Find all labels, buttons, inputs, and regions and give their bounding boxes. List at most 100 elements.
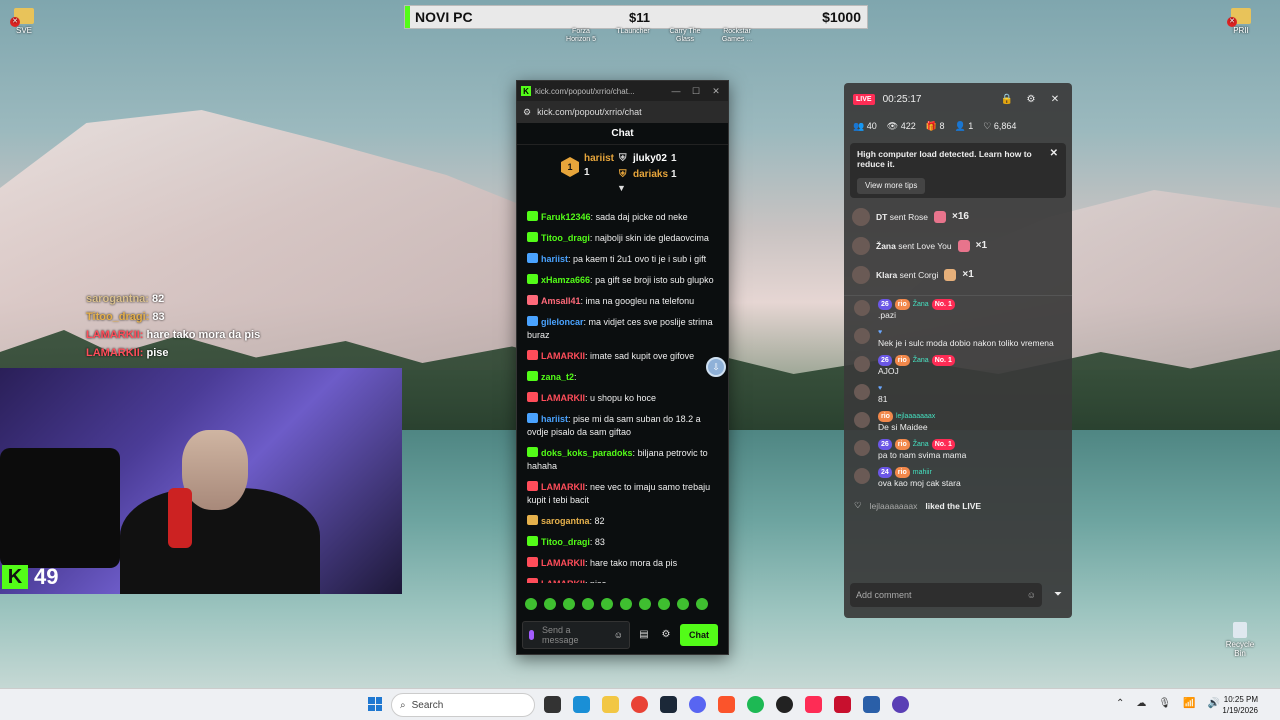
overlay-chat-line: Titoo_dragi: 83 bbox=[86, 311, 165, 323]
minimize-icon[interactable]: — bbox=[668, 86, 684, 96]
avatar[interactable] bbox=[854, 468, 870, 484]
shop-icon[interactable]: ▤ bbox=[636, 627, 652, 643]
cloud-icon[interactable]: ☁ bbox=[1136, 698, 1146, 709]
app-icon[interactable] bbox=[892, 696, 909, 713]
chat-username[interactable]: gileloncar bbox=[541, 317, 584, 327]
emote-icon[interactable] bbox=[677, 598, 689, 610]
comment-username[interactable]: Žana bbox=[913, 299, 929, 310]
chat-username[interactable]: xHamza666 bbox=[541, 275, 590, 285]
start-icon[interactable] bbox=[368, 697, 382, 711]
emote-icon[interactable] bbox=[639, 598, 651, 610]
view-tips-button[interactable]: View more tips bbox=[857, 178, 926, 194]
comment-username[interactable]: Žana bbox=[913, 355, 929, 366]
expand-icon[interactable]: ▼ bbox=[617, 183, 626, 193]
mic-icon[interactable]: 🎙 bbox=[1158, 698, 1171, 709]
shortcut-label[interactable]: Rockstar Games ... bbox=[716, 28, 758, 44]
chat-username[interactable]: hariist bbox=[541, 254, 568, 264]
chevron-up-icon[interactable]: ⌃ bbox=[1116, 698, 1124, 709]
chat-username[interactable]: zana_t2 bbox=[541, 372, 574, 382]
chat-username[interactable]: LAMARKII bbox=[541, 558, 585, 568]
send-chat-button[interactable]: Chat bbox=[680, 623, 718, 646]
url-bar[interactable]: ⚙ kick.com/popout/xrrio/chat bbox=[517, 101, 728, 123]
avatar[interactable] bbox=[854, 356, 870, 372]
file-explorer-icon[interactable] bbox=[602, 696, 619, 713]
maximize-icon[interactable]: ☐ bbox=[688, 86, 704, 97]
comment-username[interactable]: lejlaaaaaaax bbox=[896, 411, 935, 422]
scroll-down-icon[interactable]: ⇩ bbox=[706, 357, 726, 377]
chat-username[interactable]: LAMARKII bbox=[541, 393, 585, 403]
emote-icon[interactable] bbox=[696, 598, 708, 610]
obs-icon[interactable] bbox=[776, 696, 793, 713]
avatar[interactable] bbox=[852, 236, 870, 255]
chat-input[interactable]: Send a message ☺ bbox=[522, 620, 630, 649]
recycle-bin-icon[interactable]: Recycle Bin bbox=[1220, 622, 1260, 658]
chat-username[interactable]: Titoo_dragi bbox=[541, 537, 590, 547]
chat-username[interactable]: sarogantna bbox=[541, 516, 590, 526]
chat-message: Titoo_dragi: 83 bbox=[527, 532, 722, 553]
close-icon[interactable]: ✕ bbox=[1050, 149, 1058, 159]
emote-icon[interactable] bbox=[525, 598, 537, 610]
emote-icon[interactable] bbox=[620, 598, 632, 610]
shortcut-label[interactable]: Carry The Glass bbox=[664, 28, 706, 44]
gear-icon[interactable]: ⚙ bbox=[1023, 94, 1039, 105]
chat-username[interactable]: LAMARKII bbox=[541, 351, 585, 361]
emoji-icon[interactable]: ☺ bbox=[1027, 590, 1036, 600]
avatar[interactable] bbox=[854, 328, 870, 344]
clock[interactable]: 10:25 PM 1/19/2026 bbox=[1222, 694, 1258, 716]
avatar[interactable] bbox=[854, 300, 870, 316]
tiktok-icon[interactable] bbox=[805, 696, 822, 713]
overlay-chat-line: sarogantna: 82 bbox=[86, 293, 165, 305]
badge-icon bbox=[527, 253, 538, 263]
chat-username[interactable]: Amsall41 bbox=[541, 296, 581, 306]
leader-name[interactable]: dariaks bbox=[633, 169, 668, 180]
edge-icon[interactable] bbox=[573, 696, 590, 713]
monitor-icon[interactable] bbox=[863, 696, 880, 713]
filter-icon[interactable]: ⏷ bbox=[1054, 589, 1062, 600]
liked-user[interactable]: lejlaaaaaaax bbox=[870, 501, 918, 511]
chrome-icon[interactable] bbox=[631, 696, 648, 713]
discord-icon[interactable] bbox=[689, 696, 706, 713]
avatar[interactable] bbox=[852, 207, 870, 226]
emote-icon[interactable] bbox=[582, 598, 594, 610]
chat-username[interactable]: LAMARKII bbox=[541, 482, 585, 492]
wifi-icon[interactable]: 📶 bbox=[1183, 698, 1195, 709]
chat-username[interactable]: Titoo_dragi bbox=[541, 233, 590, 243]
site-settings-icon[interactable]: ⚙ bbox=[523, 107, 531, 118]
leader-name[interactable]: jluky02 bbox=[633, 153, 667, 164]
chat-username[interactable]: Faruk12346 bbox=[541, 212, 591, 222]
volume-icon[interactable]: 🔊 bbox=[1208, 698, 1220, 709]
emote-icon[interactable] bbox=[658, 598, 670, 610]
add-comment-input[interactable]: Add comment ☺ bbox=[850, 583, 1042, 607]
spotify-icon[interactable] bbox=[747, 696, 764, 713]
comment-username[interactable]: Žana bbox=[913, 439, 929, 450]
chat-username[interactable]: LAMARKII bbox=[541, 579, 585, 583]
brave-icon[interactable] bbox=[718, 696, 735, 713]
close-icon[interactable]: ✕ bbox=[1047, 94, 1063, 105]
shortcut-label[interactable]: TLauncher bbox=[612, 28, 654, 44]
window-titlebar[interactable]: K kick.com/popout/xrrio/chat... — ☐ ✕ bbox=[517, 81, 728, 101]
desktop-folder-icon[interactable]: ✕ SVE bbox=[4, 8, 44, 35]
avatar[interactable] bbox=[854, 440, 870, 456]
avatar[interactable] bbox=[854, 412, 870, 428]
gear-icon[interactable]: ⚙ bbox=[658, 627, 674, 643]
lock-icon[interactable]: 🔒 bbox=[999, 94, 1015, 105]
chat-username[interactable]: doks_koks_paradoks bbox=[541, 448, 633, 458]
emote-icon[interactable] bbox=[544, 598, 556, 610]
search-box[interactable]: ⌕ Search bbox=[391, 693, 535, 717]
avatar[interactable] bbox=[852, 265, 870, 284]
desktop-folder-icon-right[interactable]: ✕ PRII bbox=[1221, 8, 1261, 35]
emoji-icon[interactable]: ☺ bbox=[614, 630, 623, 640]
shortcut-label[interactable]: Forza Horizon 5 bbox=[560, 28, 602, 44]
fan-badge: rio bbox=[878, 411, 893, 422]
steam-icon[interactable] bbox=[660, 696, 677, 713]
emote-icon[interactable] bbox=[563, 598, 575, 610]
chat-username[interactable]: hariist bbox=[541, 414, 568, 424]
task-view-icon[interactable] bbox=[544, 696, 561, 713]
tinkercad-icon[interactable] bbox=[834, 696, 851, 713]
avatar[interactable] bbox=[854, 384, 870, 400]
leader-name[interactable]: hariist bbox=[584, 153, 614, 164]
comment-username[interactable]: mahiir bbox=[913, 467, 932, 478]
emote-icon[interactable] bbox=[601, 598, 613, 610]
close-icon[interactable]: ✕ bbox=[708, 86, 724, 97]
mic-icon[interactable] bbox=[529, 629, 534, 640]
